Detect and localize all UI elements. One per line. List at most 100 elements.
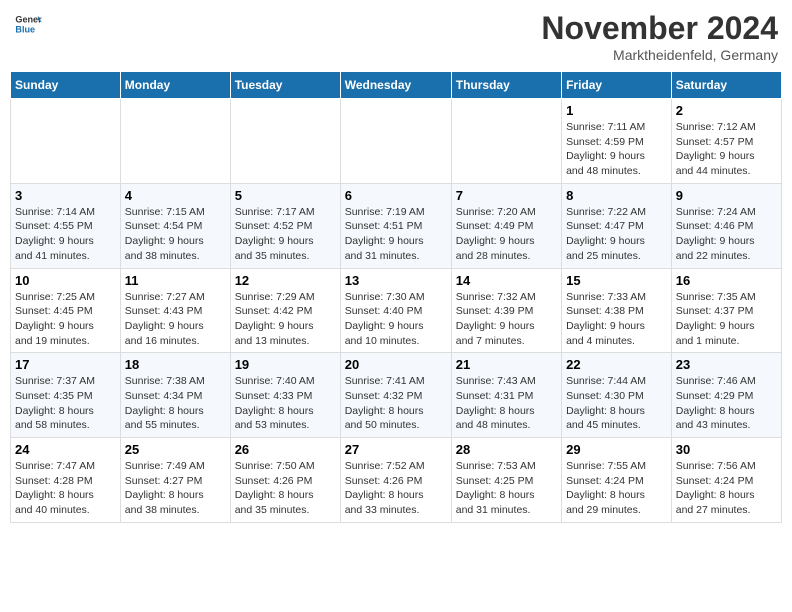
week-row-4: 17 Sunrise: 7:37 AM Sunset: 4:35 PM Dayli… — [11, 353, 782, 438]
day-cell: 10 Sunrise: 7:25 AM Sunset: 4:45 PM Dayli… — [11, 268, 121, 353]
calendar-table: SundayMondayTuesdayWednesdayThursdayFrid… — [10, 71, 782, 523]
weekday-header-friday: Friday — [562, 72, 672, 99]
day-number: 23 — [676, 357, 777, 372]
day-cell: 9 Sunrise: 7:24 AM Sunset: 4:46 PM Daylig… — [671, 183, 781, 268]
day-info: Sunrise: 7:44 AM Sunset: 4:30 PM Dayligh… — [566, 374, 667, 433]
day-cell: 13 Sunrise: 7:30 AM Sunset: 4:40 PM Dayli… — [340, 268, 451, 353]
day-cell: 2 Sunrise: 7:12 AM Sunset: 4:57 PM Daylig… — [671, 99, 781, 184]
day-info: Sunrise: 7:37 AM Sunset: 4:35 PM Dayligh… — [15, 374, 116, 433]
title-block: November 2024 Marktheidenfeld, Germany — [541, 10, 778, 63]
day-cell: 6 Sunrise: 7:19 AM Sunset: 4:51 PM Daylig… — [340, 183, 451, 268]
day-info: Sunrise: 7:25 AM Sunset: 4:45 PM Dayligh… — [15, 290, 116, 349]
day-cell: 19Sunrise: 7:40 AM Sunset: 4:33 PM Dayli… — [230, 353, 340, 438]
day-info: Sunrise: 7:14 AM Sunset: 4:55 PM Dayligh… — [15, 205, 116, 264]
day-info: Sunrise: 7:33 AM Sunset: 4:38 PM Dayligh… — [566, 290, 667, 349]
day-number: 18 — [125, 357, 226, 372]
day-number: 9 — [676, 188, 777, 203]
day-info: Sunrise: 7:12 AM Sunset: 4:57 PM Dayligh… — [676, 120, 777, 179]
day-cell: 29Sunrise: 7:55 AM Sunset: 4:24 PM Dayli… — [562, 438, 672, 523]
day-info: Sunrise: 7:56 AM Sunset: 4:24 PM Dayligh… — [676, 459, 777, 518]
day-number: 29 — [566, 442, 667, 457]
day-number: 5 — [235, 188, 336, 203]
day-cell: 1 Sunrise: 7:11 AM Sunset: 4:59 PM Daylig… — [562, 99, 672, 184]
day-info: Sunrise: 7:47 AM Sunset: 4:28 PM Dayligh… — [15, 459, 116, 518]
day-number: 26 — [235, 442, 336, 457]
day-info: Sunrise: 7:11 AM Sunset: 4:59 PM Dayligh… — [566, 120, 667, 179]
weekday-header-thursday: Thursday — [451, 72, 561, 99]
day-number: 25 — [125, 442, 226, 457]
day-info: Sunrise: 7:30 AM Sunset: 4:40 PM Dayligh… — [345, 290, 447, 349]
day-number: 20 — [345, 357, 447, 372]
day-number: 24 — [15, 442, 116, 457]
day-number: 3 — [15, 188, 116, 203]
day-number: 30 — [676, 442, 777, 457]
weekday-header-row: SundayMondayTuesdayWednesdayThursdayFrid… — [11, 72, 782, 99]
day-cell: 20 Sunrise: 7:41 AM Sunset: 4:32 PM Dayli… — [340, 353, 451, 438]
day-info: Sunrise: 7:17 AM Sunset: 4:52 PM Dayligh… — [235, 205, 336, 264]
day-cell: 30 Sunrise: 7:56 AM Sunset: 4:24 PM Dayli… — [671, 438, 781, 523]
weekday-header-sunday: Sunday — [11, 72, 121, 99]
day-number: 12 — [235, 273, 336, 288]
day-info: Sunrise: 7:49 AM Sunset: 4:27 PM Dayligh… — [125, 459, 226, 518]
day-cell: 7Sunrise: 7:20 AM Sunset: 4:49 PM Daylig… — [451, 183, 561, 268]
day-cell: 5 Sunrise: 7:17 AM Sunset: 4:52 PM Daylig… — [230, 183, 340, 268]
weekday-header-saturday: Saturday — [671, 72, 781, 99]
day-info: Sunrise: 7:27 AM Sunset: 4:43 PM Dayligh… — [125, 290, 226, 349]
day-number: 22 — [566, 357, 667, 372]
day-info: Sunrise: 7:46 AM Sunset: 4:29 PM Dayligh… — [676, 374, 777, 433]
day-cell — [120, 99, 230, 184]
day-number: 16 — [676, 273, 777, 288]
day-number: 10 — [15, 273, 116, 288]
day-cell: 17 Sunrise: 7:37 AM Sunset: 4:35 PM Dayli… — [11, 353, 121, 438]
week-row-5: 24 Sunrise: 7:47 AM Sunset: 4:28 PM Dayli… — [11, 438, 782, 523]
day-number: 21 — [456, 357, 557, 372]
day-cell: 22 Sunrise: 7:44 AM Sunset: 4:30 PM Dayli… — [562, 353, 672, 438]
day-number: 27 — [345, 442, 447, 457]
day-info: Sunrise: 7:22 AM Sunset: 4:47 PM Dayligh… — [566, 205, 667, 264]
day-number: 7 — [456, 188, 557, 203]
day-cell: 12 Sunrise: 7:29 AM Sunset: 4:42 PM Dayli… — [230, 268, 340, 353]
day-cell: 24 Sunrise: 7:47 AM Sunset: 4:28 PM Dayli… — [11, 438, 121, 523]
day-cell — [11, 99, 121, 184]
day-cell — [230, 99, 340, 184]
week-row-2: 3 Sunrise: 7:14 AM Sunset: 4:55 PM Daylig… — [11, 183, 782, 268]
day-info: Sunrise: 7:52 AM Sunset: 4:26 PM Dayligh… — [345, 459, 447, 518]
day-cell: 18 Sunrise: 7:38 AM Sunset: 4:34 PM Dayli… — [120, 353, 230, 438]
weekday-header-tuesday: Tuesday — [230, 72, 340, 99]
day-number: 28 — [456, 442, 557, 457]
location: Marktheidenfeld, Germany — [541, 47, 778, 63]
page-header: General Blue November 2024 Marktheidenfe… — [10, 10, 782, 63]
day-cell: 27 Sunrise: 7:52 AM Sunset: 4:26 PM Dayli… — [340, 438, 451, 523]
month-title: November 2024 — [541, 10, 778, 47]
day-number: 4 — [125, 188, 226, 203]
day-cell: 28Sunrise: 7:53 AM Sunset: 4:25 PM Dayli… — [451, 438, 561, 523]
day-cell: 4 Sunrise: 7:15 AM Sunset: 4:54 PM Daylig… — [120, 183, 230, 268]
day-info: Sunrise: 7:15 AM Sunset: 4:54 PM Dayligh… — [125, 205, 226, 264]
day-number: 6 — [345, 188, 447, 203]
day-number: 14 — [456, 273, 557, 288]
day-cell: 8 Sunrise: 7:22 AM Sunset: 4:47 PM Daylig… — [562, 183, 672, 268]
day-number: 11 — [125, 273, 226, 288]
day-info: Sunrise: 7:38 AM Sunset: 4:34 PM Dayligh… — [125, 374, 226, 433]
day-cell: 26Sunrise: 7:50 AM Sunset: 4:26 PM Dayli… — [230, 438, 340, 523]
day-info: Sunrise: 7:41 AM Sunset: 4:32 PM Dayligh… — [345, 374, 447, 433]
day-number: 8 — [566, 188, 667, 203]
day-number: 13 — [345, 273, 447, 288]
day-number: 15 — [566, 273, 667, 288]
day-cell: 3 Sunrise: 7:14 AM Sunset: 4:55 PM Daylig… — [11, 183, 121, 268]
day-info: Sunrise: 7:29 AM Sunset: 4:42 PM Dayligh… — [235, 290, 336, 349]
day-info: Sunrise: 7:24 AM Sunset: 4:46 PM Dayligh… — [676, 205, 777, 264]
day-info: Sunrise: 7:19 AM Sunset: 4:51 PM Dayligh… — [345, 205, 447, 264]
day-number: 19 — [235, 357, 336, 372]
day-info: Sunrise: 7:43 AM Sunset: 4:31 PM Dayligh… — [456, 374, 557, 433]
logo: General Blue — [14, 10, 42, 38]
weekday-header-wednesday: Wednesday — [340, 72, 451, 99]
day-number: 2 — [676, 103, 777, 118]
logo-icon: General Blue — [14, 10, 42, 38]
day-cell: 14Sunrise: 7:32 AM Sunset: 4:39 PM Dayli… — [451, 268, 561, 353]
day-cell: 25 Sunrise: 7:49 AM Sunset: 4:27 PM Dayli… — [120, 438, 230, 523]
day-cell — [451, 99, 561, 184]
day-info: Sunrise: 7:35 AM Sunset: 4:37 PM Dayligh… — [676, 290, 777, 349]
day-number: 17 — [15, 357, 116, 372]
day-number: 1 — [566, 103, 667, 118]
